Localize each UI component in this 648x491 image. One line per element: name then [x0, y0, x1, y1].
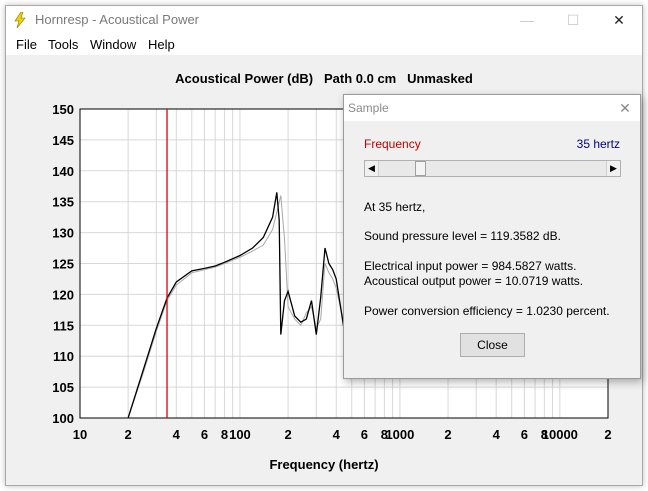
efficiency-text: Power conversion efficiency = 1.0230 per…	[364, 304, 610, 318]
y-tick-label: 145	[52, 133, 74, 148]
y-tick-label: 110	[53, 349, 74, 364]
y-tick-label: 135	[52, 195, 74, 210]
maximize-button[interactable]: ☐	[550, 6, 596, 34]
menu-tools[interactable]: Tools	[48, 37, 78, 52]
x-tick-label: 1000	[385, 427, 414, 442]
window-title: Hornresp - Acoustical Power	[35, 12, 200, 27]
x-tick-label: 10	[73, 427, 87, 442]
maximize-icon: ☐	[566, 11, 580, 28]
y-tick-label: 115	[53, 318, 74, 333]
y-tick-label: 105	[52, 380, 74, 395]
y-tick-label: 100	[52, 411, 74, 426]
menu-file[interactable]: File	[16, 37, 37, 52]
x-axis-label: Frequency (hertz)	[269, 457, 379, 472]
y-tick-label: 120	[52, 287, 74, 302]
x-tick-label: 6	[361, 427, 368, 442]
frequency-slider[interactable]: ◀ ▶	[364, 160, 621, 177]
close-icon: ✕	[613, 11, 625, 28]
at-frequency-text: At 35 hertz,	[364, 200, 426, 214]
lightning-icon	[14, 12, 26, 28]
x-tick-label: 4	[173, 427, 181, 442]
x-tick-label: 8	[221, 427, 228, 442]
slider-thumb[interactable]	[414, 161, 426, 176]
title-bar[interactable]: Hornresp - Acoustical Power — ☐ ✕	[6, 6, 642, 34]
close-button[interactable]: Close	[460, 333, 525, 357]
close-icon: ✕	[619, 99, 631, 116]
slider-right-arrow-icon[interactable]: ▶	[606, 161, 620, 176]
close-window-button[interactable]: ✕	[596, 6, 642, 34]
input-power-text: Electrical input power = 984.5827 watts.	[364, 259, 577, 273]
x-tick-label: 6	[521, 427, 528, 442]
menu-bar: File Tools Window Help	[6, 34, 642, 56]
output-power-text: Acoustical output power = 10.0719 watts.	[364, 274, 584, 288]
minimize-button[interactable]: —	[504, 6, 550, 34]
x-tick-label: 6	[201, 427, 208, 442]
x-tick-label: 2	[125, 427, 132, 442]
frequency-value: 35 hertz	[576, 137, 620, 151]
y-tick-label: 150	[52, 102, 74, 117]
y-tick-label: 125	[52, 257, 74, 272]
minimize-icon: —	[520, 12, 534, 28]
dialog-title-bar[interactable]: Sample ✕	[344, 95, 640, 121]
x-tick-label: 10000	[542, 427, 578, 442]
x-tick-label: 2	[444, 427, 451, 442]
sample-dialog: Sample ✕ Frequency 35 hertz ◀ ▶ At 35 he…	[343, 94, 641, 379]
dialog-close-button[interactable]: ✕	[610, 95, 640, 121]
x-tick-label: 100	[229, 427, 251, 442]
frequency-label: Frequency	[364, 137, 421, 151]
x-tick-label: 2	[604, 427, 611, 442]
y-tick-label: 130	[52, 226, 74, 241]
dialog-title: Sample	[348, 101, 389, 115]
slider-left-arrow-icon[interactable]: ◀	[365, 161, 379, 176]
x-tick-label: 2	[284, 427, 291, 442]
y-tick-label: 140	[52, 164, 74, 179]
x-tick-label: 4	[333, 427, 341, 442]
spl-text: Sound pressure level = 119.3582 dB.	[364, 229, 561, 243]
x-tick-label: 4	[493, 427, 501, 442]
menu-window[interactable]: Window	[90, 37, 136, 52]
menu-help[interactable]: Help	[148, 37, 175, 52]
